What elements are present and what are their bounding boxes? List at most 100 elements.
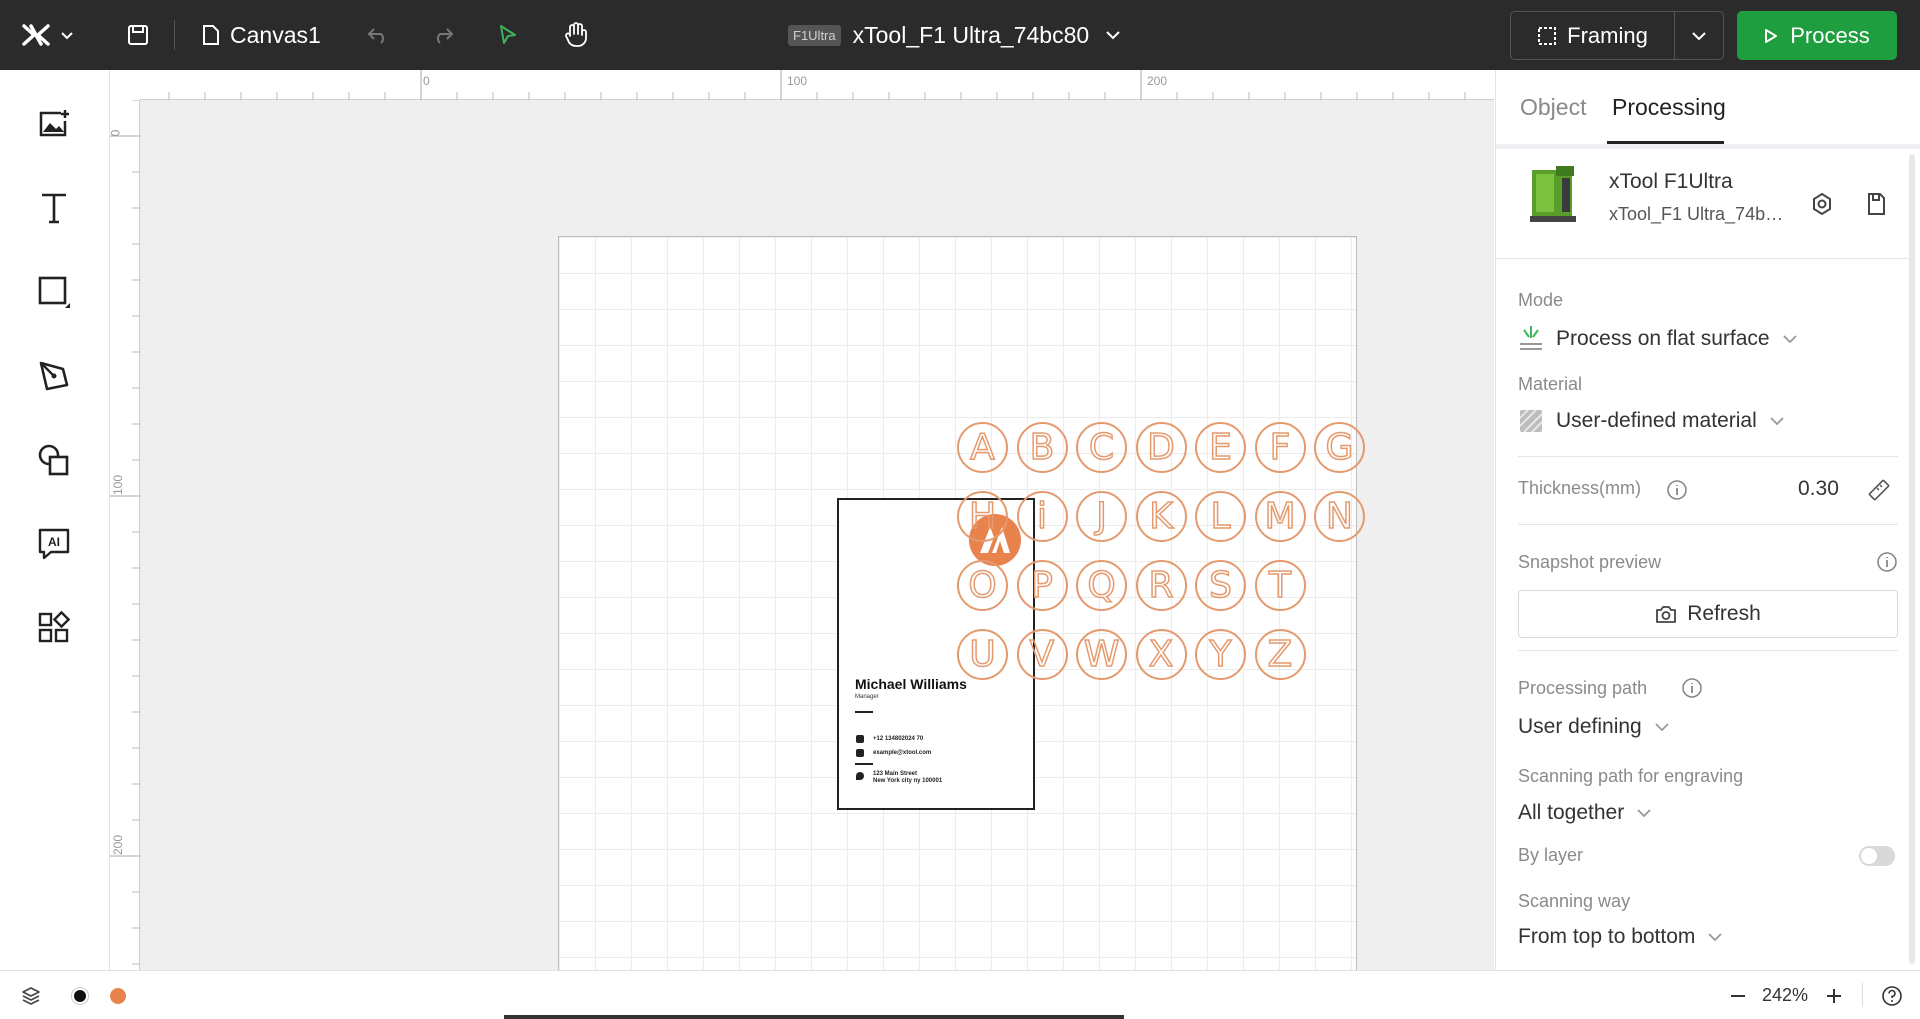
- elements-icon: [38, 444, 69, 476]
- ai-tool[interactable]: AI: [30, 520, 78, 568]
- hand-icon: [565, 22, 587, 47]
- zoom-in-button[interactable]: [1820, 971, 1848, 1019]
- layer-color-orange[interactable]: [106, 971, 130, 1019]
- letter-glyph: R: [1148, 564, 1175, 607]
- letter-a[interactable]: A: [957, 422, 1008, 473]
- thickness-value[interactable]: 0.30: [1798, 477, 1839, 501]
- letter-z[interactable]: Z: [1254, 629, 1306, 680]
- device-subtitle: xTool_F1 Ultra_74bc80: [1609, 204, 1789, 224]
- statusbar-divider: [1862, 983, 1863, 1007]
- letter-j[interactable]: J: [1076, 491, 1127, 542]
- letter-q[interactable]: Q: [1076, 560, 1127, 611]
- letter-k[interactable]: K: [1135, 491, 1187, 542]
- save-icon: [128, 25, 148, 45]
- mode-select[interactable]: Process on flat surface: [1518, 324, 1798, 354]
- device-file-button[interactable]: [1862, 190, 1890, 218]
- process-button[interactable]: Process: [1737, 11, 1897, 60]
- letter-s[interactable]: S: [1195, 560, 1246, 611]
- add-image-tool[interactable]: [30, 100, 78, 148]
- pan-tool-button[interactable]: [558, 0, 594, 70]
- letter-d[interactable]: D: [1135, 422, 1187, 473]
- letter-l[interactable]: L: [1195, 491, 1246, 542]
- letter-glyph: Z: [1267, 633, 1293, 676]
- chevron-down-icon: [1637, 809, 1651, 818]
- ruler-label-200: 200: [1147, 74, 1168, 88]
- zoom-out-button[interactable]: [1724, 971, 1752, 1019]
- card-address-line1: 123 Main Street: [873, 771, 918, 777]
- letter-t[interactable]: T: [1254, 560, 1306, 611]
- layers-button[interactable]: [18, 971, 44, 1019]
- section-divider: [1518, 456, 1898, 457]
- letter-e[interactable]: E: [1195, 422, 1246, 473]
- letter-f[interactable]: F: [1254, 422, 1306, 473]
- letter-i[interactable]: i: [1016, 491, 1068, 542]
- letter-g[interactable]: G: [1314, 422, 1365, 473]
- letter-w[interactable]: W: [1076, 629, 1127, 680]
- letter-u[interactable]: U: [957, 629, 1008, 680]
- vertical-ruler[interactable]: 0 100 200: [108, 100, 140, 970]
- play-icon: [1765, 28, 1778, 43]
- undo-button[interactable]: [360, 0, 396, 70]
- horizontal-ruler[interactable]: 0 100 200: [140, 70, 1494, 100]
- letter-glyph: O: [968, 564, 998, 607]
- scanning-way-select[interactable]: From top to bottom: [1518, 925, 1723, 949]
- help-icon: [1882, 985, 1902, 1006]
- letter-glyph: W: [1083, 633, 1120, 676]
- device-settings-button[interactable]: [1808, 190, 1836, 218]
- letter-c[interactable]: C: [1076, 422, 1127, 473]
- app-menu-button[interactable]: [18, 0, 78, 70]
- pen-tool[interactable]: [30, 352, 78, 400]
- refresh-snapshot-button[interactable]: Refresh: [1518, 590, 1898, 638]
- letter-b[interactable]: B: [1016, 422, 1068, 473]
- letter-glyph: U: [969, 633, 997, 676]
- letter-v[interactable]: V: [1016, 629, 1068, 680]
- canvas-workarea[interactable]: Michael Williams Manager +12 134802024 7…: [140, 100, 1494, 1019]
- letter-n[interactable]: N: [1314, 491, 1365, 542]
- processing-path-select[interactable]: User defining: [1518, 715, 1670, 739]
- letter-glyph: F: [1269, 426, 1291, 469]
- ruler-ticks: [168, 70, 1466, 100]
- phone-icon: [856, 735, 864, 743]
- card-address-line2: New York city ny 100001: [873, 778, 943, 784]
- info-icon[interactable]: [1876, 551, 1898, 573]
- section-divider: [1518, 650, 1898, 651]
- by-layer-toggle[interactable]: [1859, 846, 1895, 866]
- redo-button[interactable]: [425, 0, 461, 70]
- letter-r[interactable]: R: [1135, 560, 1187, 611]
- info-icon[interactable]: [1681, 677, 1703, 699]
- letter-o[interactable]: O: [957, 560, 1008, 611]
- chevron-down-icon: [61, 32, 73, 40]
- framing-button[interactable]: Framing: [1511, 12, 1675, 59]
- select-tool-button[interactable]: [490, 0, 526, 70]
- canvas-tab[interactable]: Canvas1: [202, 0, 321, 70]
- file-icon: [203, 25, 219, 45]
- letter-glyph: G: [1325, 426, 1354, 469]
- zoom-level[interactable]: 242%: [1760, 971, 1810, 1019]
- tab-processing[interactable]: Processing: [1612, 70, 1726, 144]
- text-tool[interactable]: [30, 184, 78, 232]
- letter-y[interactable]: Y: [1195, 629, 1246, 680]
- mode-label: Mode: [1518, 290, 1564, 310]
- tab-object[interactable]: Object: [1520, 70, 1586, 144]
- scanning-path-select[interactable]: All together: [1518, 801, 1652, 825]
- material-select[interactable]: User-defined material: [1518, 408, 1785, 434]
- save-button[interactable]: [120, 0, 156, 70]
- help-button[interactable]: [1878, 971, 1906, 1019]
- letter-glyph: E: [1208, 426, 1232, 469]
- elements-tool[interactable]: [30, 436, 78, 484]
- layer-color-black[interactable]: [68, 971, 92, 1019]
- letter-x[interactable]: X: [1135, 629, 1187, 680]
- ruler-measure-icon[interactable]: [1868, 479, 1890, 501]
- info-icon[interactable]: [1666, 479, 1688, 501]
- letter-p[interactable]: P: [1016, 560, 1068, 611]
- letter-m[interactable]: M: [1254, 491, 1306, 542]
- letter-glyph: i: [1036, 495, 1048, 538]
- card-role: Manager: [855, 694, 879, 700]
- panel-scrollbar[interactable]: [1909, 154, 1915, 964]
- device-selector[interactable]: F1Ultra xTool_F1 Ultra_74bc80: [788, 0, 1121, 70]
- shape-tool[interactable]: [30, 268, 78, 316]
- framing-dropdown-button[interactable]: [1675, 12, 1723, 59]
- letter-h[interactable]: H: [957, 491, 1008, 542]
- thickness-label-text: Thickness(mm): [1518, 478, 1642, 498]
- apps-tool[interactable]: [30, 604, 78, 652]
